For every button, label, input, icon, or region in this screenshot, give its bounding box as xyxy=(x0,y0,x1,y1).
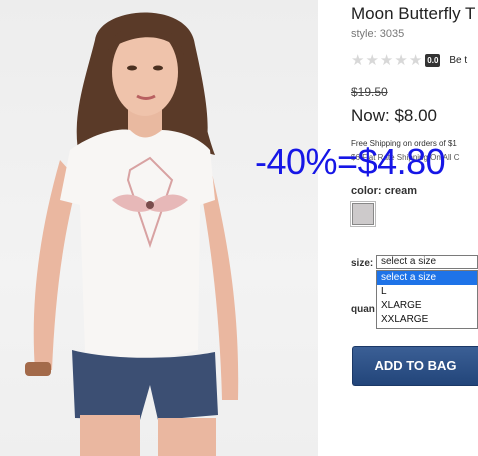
color-swatch-cream[interactable] xyxy=(350,201,376,227)
product-title: Moon Butterfly T xyxy=(351,4,476,23)
star-icon: ★ xyxy=(408,52,423,69)
write-review-link[interactable]: Be t xyxy=(449,55,467,66)
star-icon: ★ xyxy=(379,52,394,69)
color-label: color: cream xyxy=(351,185,418,197)
size-option[interactable]: XLARGE xyxy=(377,299,477,313)
rating-score-badge: 0.0 xyxy=(425,54,441,67)
size-option[interactable]: XXLARGE xyxy=(377,313,477,327)
model-illustration xyxy=(25,12,239,456)
original-price: $19.50 xyxy=(351,85,388,99)
size-label: size: xyxy=(351,258,374,269)
rating-row: ★★★★★ 0.0 Be t xyxy=(351,51,467,70)
product-photo xyxy=(0,0,318,456)
star-icon: ★ xyxy=(365,52,379,69)
star-icon: ★ xyxy=(394,52,408,69)
size-option[interactable]: L xyxy=(377,285,477,299)
size-select[interactable]: select a size xyxy=(376,255,478,269)
product-style-number: style: 3035 xyxy=(351,28,405,40)
add-to-bag-button[interactable]: ADD TO BAG xyxy=(352,346,478,386)
star-icon: ★ xyxy=(351,52,365,69)
quantity-label: quan xyxy=(351,304,375,315)
size-option[interactable]: select a size xyxy=(377,271,477,285)
sale-price: Now: $8.00 xyxy=(351,106,437,125)
star-rating: ★★★★★ xyxy=(351,51,423,70)
size-dropdown-list: select a size L XLARGE XXLARGE xyxy=(376,270,478,329)
product-details-panel: Moon Butterfly T style: 3035 ★★★★★ 0.0 B… xyxy=(318,0,478,456)
discount-annotation: -40%=$4.80 xyxy=(255,141,446,182)
